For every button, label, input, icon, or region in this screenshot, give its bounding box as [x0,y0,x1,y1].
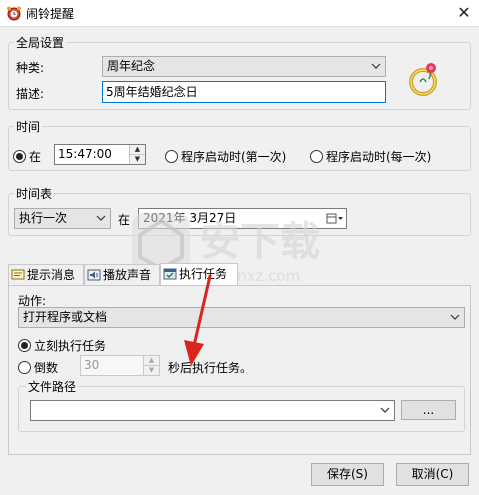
frequency-value: 执行一次 [19,211,68,225]
immediate-radio[interactable] [18,339,31,352]
countdown-value: 30 [84,358,100,372]
tab-message-label: 提示消息 [27,268,76,282]
description-input[interactable]: 5周年结婚纪念日 [102,81,386,103]
time-value: 15:47:00 [58,147,112,161]
countdown-label: 倒数 [34,361,59,375]
type-select[interactable]: 周年纪念 [102,56,386,77]
spin-down-icon[interactable]: ▼ [144,366,159,375]
tab-message[interactable]: 提示消息 [8,264,84,285]
startup-each-radio[interactable] [310,150,323,163]
chevron-down-icon [380,407,390,413]
save-button[interactable]: 保存(S) [311,463,384,486]
alarm-clock-icon [7,6,21,21]
startup-first-label: 程序启动时(第一次) [181,150,287,164]
close-button[interactable]: ✕ [452,2,476,24]
immediate-label: 立刻执行任务 [34,339,107,353]
action-select[interactable]: 打开程序或文档 [18,307,465,328]
schedule-at-label: 在 [118,213,131,227]
file-path-label: 文件路径 [26,378,79,395]
speaker-icon [87,269,101,281]
time-label: 时间 [14,118,43,135]
description-label: 描述: [16,87,45,101]
frequency-select[interactable]: 执行一次 [14,208,111,229]
startup-first-radio[interactable] [165,150,178,163]
startup-each-label: 程序启动时(每一次) [326,150,432,164]
cancel-button[interactable]: 取消(C) [396,463,469,486]
watermark-sub: anxz.com [228,267,300,285]
spin-up-icon[interactable]: ▲ [130,145,145,155]
file-path-select[interactable] [30,400,395,421]
type-label: 种类: [16,61,45,75]
time-at-radio[interactable] [13,150,26,163]
task-icon [163,268,177,280]
time-spinner[interactable]: 15:47:00 ▲ ▼ [54,144,146,165]
chevron-down-icon [450,314,460,320]
browse-button[interactable]: ... [401,400,456,420]
countdown-spin-buttons: ▲ ▼ [143,356,159,375]
global-settings-label: 全局设置 [14,34,67,51]
time-spin-buttons: ▲ ▼ [129,145,145,164]
countdown-spinner[interactable]: 30 ▲ ▼ [80,355,160,376]
type-select-value: 周年纪念 [107,59,156,73]
action-select-value: 打开程序或文档 [23,310,108,324]
window-title: 闹铃提醒 [26,7,75,21]
spin-up-icon[interactable]: ▲ [144,356,159,366]
tab-sound-label: 播放声音 [103,268,152,282]
tab-sound[interactable]: 播放声音 [84,264,160,285]
chevron-down-icon [371,63,381,69]
time-at-label: 在 [29,150,42,164]
anniversary-ring-icon [409,63,437,96]
message-icon [11,269,25,280]
spin-down-icon[interactable]: ▼ [130,155,145,164]
schedule-label: 时间表 [14,185,55,202]
annotation-arrow [184,274,212,366]
countdown-radio[interactable] [18,361,31,374]
watermark-text: 安下载 [200,219,320,265]
chevron-down-icon [96,215,106,221]
